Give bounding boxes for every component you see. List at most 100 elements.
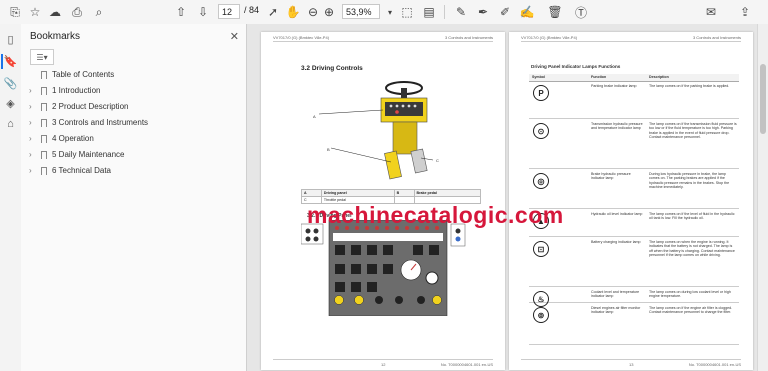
table-row: ♨ Coolant level and temperature indicator…: [529, 288, 739, 307]
bookmark-item[interactable]: › 2 Product Description: [29, 100, 128, 114]
chevron-right-icon[interactable]: ›: [29, 100, 38, 114]
description-cell: The lamp comes on when the engine is run…: [649, 240, 735, 258]
vertical-scrollbar[interactable]: [757, 24, 768, 371]
function-cell: Battery charging indicator lamp: [591, 240, 641, 244]
page-up-icon[interactable]: ⇧: [172, 3, 190, 21]
hand-icon[interactable]: ✋: [284, 3, 302, 21]
table-cell: Brake pedal: [413, 189, 482, 197]
print-icon[interactable]: ⎙: [68, 3, 86, 21]
edit-text-icon[interactable]: Ⓣ: [572, 3, 590, 21]
table-title: Driving Panel Indicator Lamps Functions: [531, 64, 621, 69]
page-12: VV7017/0 (G) (Bmktec V8e-P4) 3 Controls …: [261, 32, 505, 370]
table-row: ⊚ Diesel engines air filter monitor indic…: [529, 304, 739, 345]
air-filter-icon: ⊚: [533, 307, 549, 323]
bookmark-item[interactable]: › 3 Controls and Instruments: [29, 116, 148, 130]
zoom-in-icon[interactable]: ⊕: [320, 3, 338, 21]
share-icon[interactable]: ⇪: [736, 3, 754, 21]
highlight-icon[interactable]: ✐: [496, 3, 514, 21]
transmission-pressure-icon: ⊙: [533, 123, 549, 139]
layers-icon[interactable]: ◈: [3, 96, 18, 111]
bookmarks-title: Bookmarks: [30, 31, 81, 42]
chevron-right-icon[interactable]: ›: [29, 132, 38, 146]
bookmark-item[interactable]: › 1 Introduction: [29, 84, 100, 98]
new-page-icon[interactable]: ⎘: [6, 3, 24, 21]
attachment-icon[interactable]: 📎: [3, 76, 18, 91]
section-title: 3.2 Driving Controls: [301, 65, 363, 72]
bookmark-icon: [41, 103, 47, 111]
bookmark-icon: [41, 87, 47, 95]
toolbar-divider: [444, 5, 445, 19]
page-number: 13: [629, 362, 634, 367]
search-icon[interactable]: ⌕: [90, 3, 108, 21]
bookmark-icon[interactable]: 🔖: [1, 54, 18, 69]
table-row: P Parking brake indicator lamp The lamp co…: [529, 82, 739, 119]
page-header-right: 3 Controls and Instruments: [692, 35, 741, 40]
page-down-icon[interactable]: ⇩: [194, 3, 212, 21]
description-cell: The lamp comes on if the transmission fl…: [649, 122, 737, 140]
zoom-input[interactable]: 53,9%: [342, 4, 380, 19]
chevron-right-icon[interactable]: ›: [29, 84, 38, 98]
pen-icon[interactable]: ✒: [474, 3, 492, 21]
document-viewer[interactable]: VV7017/0 (G) (Bmktec V8e-P4) 3 Controls …: [247, 24, 758, 371]
fit-page-icon[interactable]: ⬚: [398, 3, 416, 21]
page-header-right: 3 Controls and Instruments: [444, 35, 493, 40]
watermark: machinecatalogic.com: [307, 202, 564, 228]
bookmark-label: 5 Daily Maintenance: [52, 150, 125, 159]
bookmark-icon: [41, 167, 47, 175]
footer-rule: [273, 359, 493, 360]
header-rule: [273, 41, 493, 42]
battery-icon: ⊡: [533, 241, 549, 257]
star-icon[interactable]: ☆: [26, 3, 44, 21]
footer-rule: [521, 359, 741, 360]
pages-icon[interactable]: ▯: [3, 32, 18, 47]
function-cell: Parking brake indicator lamp: [591, 84, 637, 88]
bookmark-options-button[interactable]: ☰▾: [30, 49, 54, 65]
description-cell: The lamp comes on during low coolant lev…: [649, 290, 731, 299]
bookmark-item[interactable]: Table of Contents: [29, 68, 114, 82]
bookmark-icon: [41, 135, 47, 143]
column-header-symbol: Symbol: [532, 75, 545, 79]
scroll-mode-icon[interactable]: ▤: [420, 3, 438, 21]
bookmark-icon: [41, 71, 47, 79]
trash-icon[interactable]: 🗑: [546, 3, 564, 21]
close-icon[interactable]: ✕: [230, 30, 239, 43]
table-row: ⊡ Battery charging indicator lamp The lamp…: [529, 238, 739, 287]
comment-icon[interactable]: ✎: [452, 3, 470, 21]
function-cell: Diesel engines air filter monitor indica…: [591, 306, 641, 315]
zoom-dropdown-icon[interactable]: ▾: [381, 3, 399, 21]
driving-panel-illustration: [301, 220, 466, 316]
function-cell: Coolant level and temperature indicator …: [591, 290, 640, 299]
top-toolbar: ⎘ ☆ ☁ ⎙ ⌕ ⇧ ⇩ 12 / 84 ➚ ✋ ⊖ ⊕ 53,9% ▾ ⬚ …: [0, 0, 768, 25]
cloud-upload-icon[interactable]: ☁: [46, 3, 64, 21]
chevron-right-icon[interactable]: ›: [29, 148, 38, 162]
cursor-icon[interactable]: ➚: [264, 3, 282, 21]
function-cell: Brake hydraulic pressure indicator lamp: [591, 172, 631, 181]
page-13: VV7017/0 (G) (Bmktec V8e-P4) 3 Controls …: [509, 32, 753, 370]
bookmark-label: 3 Controls and Instruments: [52, 118, 149, 127]
chevron-right-icon[interactable]: ›: [29, 116, 38, 130]
parking-brake-icon: P: [533, 85, 549, 101]
bookmarks-panel: Bookmarks ✕ ☰▾ Table of Contents › 1 Intro…: [21, 24, 247, 371]
bookmark-label: 4 Operation: [52, 134, 94, 143]
column-header-function: Function: [591, 75, 607, 79]
scrollbar-thumb[interactable]: [760, 64, 766, 134]
description-cell: The lamp comes on if the parking brake i…: [649, 84, 730, 88]
table-header-row: Symbol Function Description: [529, 74, 739, 82]
callout-c: C: [436, 158, 439, 163]
document-number: No. T0000004601.001 en-US: [440, 362, 493, 367]
brake-pressure-icon: ◎: [533, 173, 549, 189]
mail-icon[interactable]: ✉: [702, 3, 720, 21]
description-cell: The lamp comes on if the engine air filt…: [649, 306, 733, 315]
function-cell: Hydraulic oil level indicator lamp: [591, 212, 643, 216]
document-number: No. T0000004601.001 en-US: [688, 362, 741, 367]
bookmark-item[interactable]: › 4 Operation: [29, 132, 94, 146]
bookmark-item[interactable]: › 6 Technical Data: [29, 164, 111, 178]
callout-a: A: [313, 114, 316, 119]
chevron-right-icon[interactable]: ›: [29, 164, 38, 178]
navigation-rail: ▯ 🔖 📎 ◈ ⌂: [0, 24, 22, 371]
page-number-input[interactable]: 12: [218, 4, 240, 19]
bookmark-item[interactable]: › 5 Daily Maintenance: [29, 148, 124, 162]
tag-icon[interactable]: ⌂: [3, 116, 18, 131]
bookmark-label: 6 Technical Data: [52, 166, 111, 175]
sign-icon[interactable]: ✍: [518, 3, 536, 21]
